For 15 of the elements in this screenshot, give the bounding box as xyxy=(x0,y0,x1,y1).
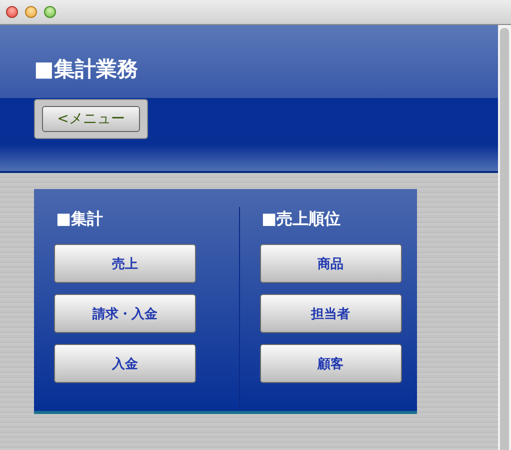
zoom-icon[interactable] xyxy=(44,6,56,18)
menu-button[interactable]: 入金 xyxy=(54,344,196,383)
page-title: ■集計業務 xyxy=(34,56,139,83)
menu-button[interactable]: 顧客 xyxy=(260,344,402,383)
section-heading: ■売上順位 xyxy=(262,209,342,230)
menu-button[interactable]: 売上 xyxy=(54,244,196,283)
close-icon[interactable] xyxy=(6,6,18,18)
minimize-icon[interactable] xyxy=(25,6,37,18)
scrollbar[interactable] xyxy=(498,25,511,450)
menu-button[interactable]: 請求・入金 xyxy=(54,294,196,333)
menu-button[interactable]: 担当者 xyxy=(260,294,402,333)
section-heading: ■集計 xyxy=(56,209,104,230)
menu-button[interactable]: 商品 xyxy=(260,244,402,283)
scroll-thumb[interactable] xyxy=(500,28,509,450)
menu-back-button[interactable]: <メニュー xyxy=(42,106,140,132)
